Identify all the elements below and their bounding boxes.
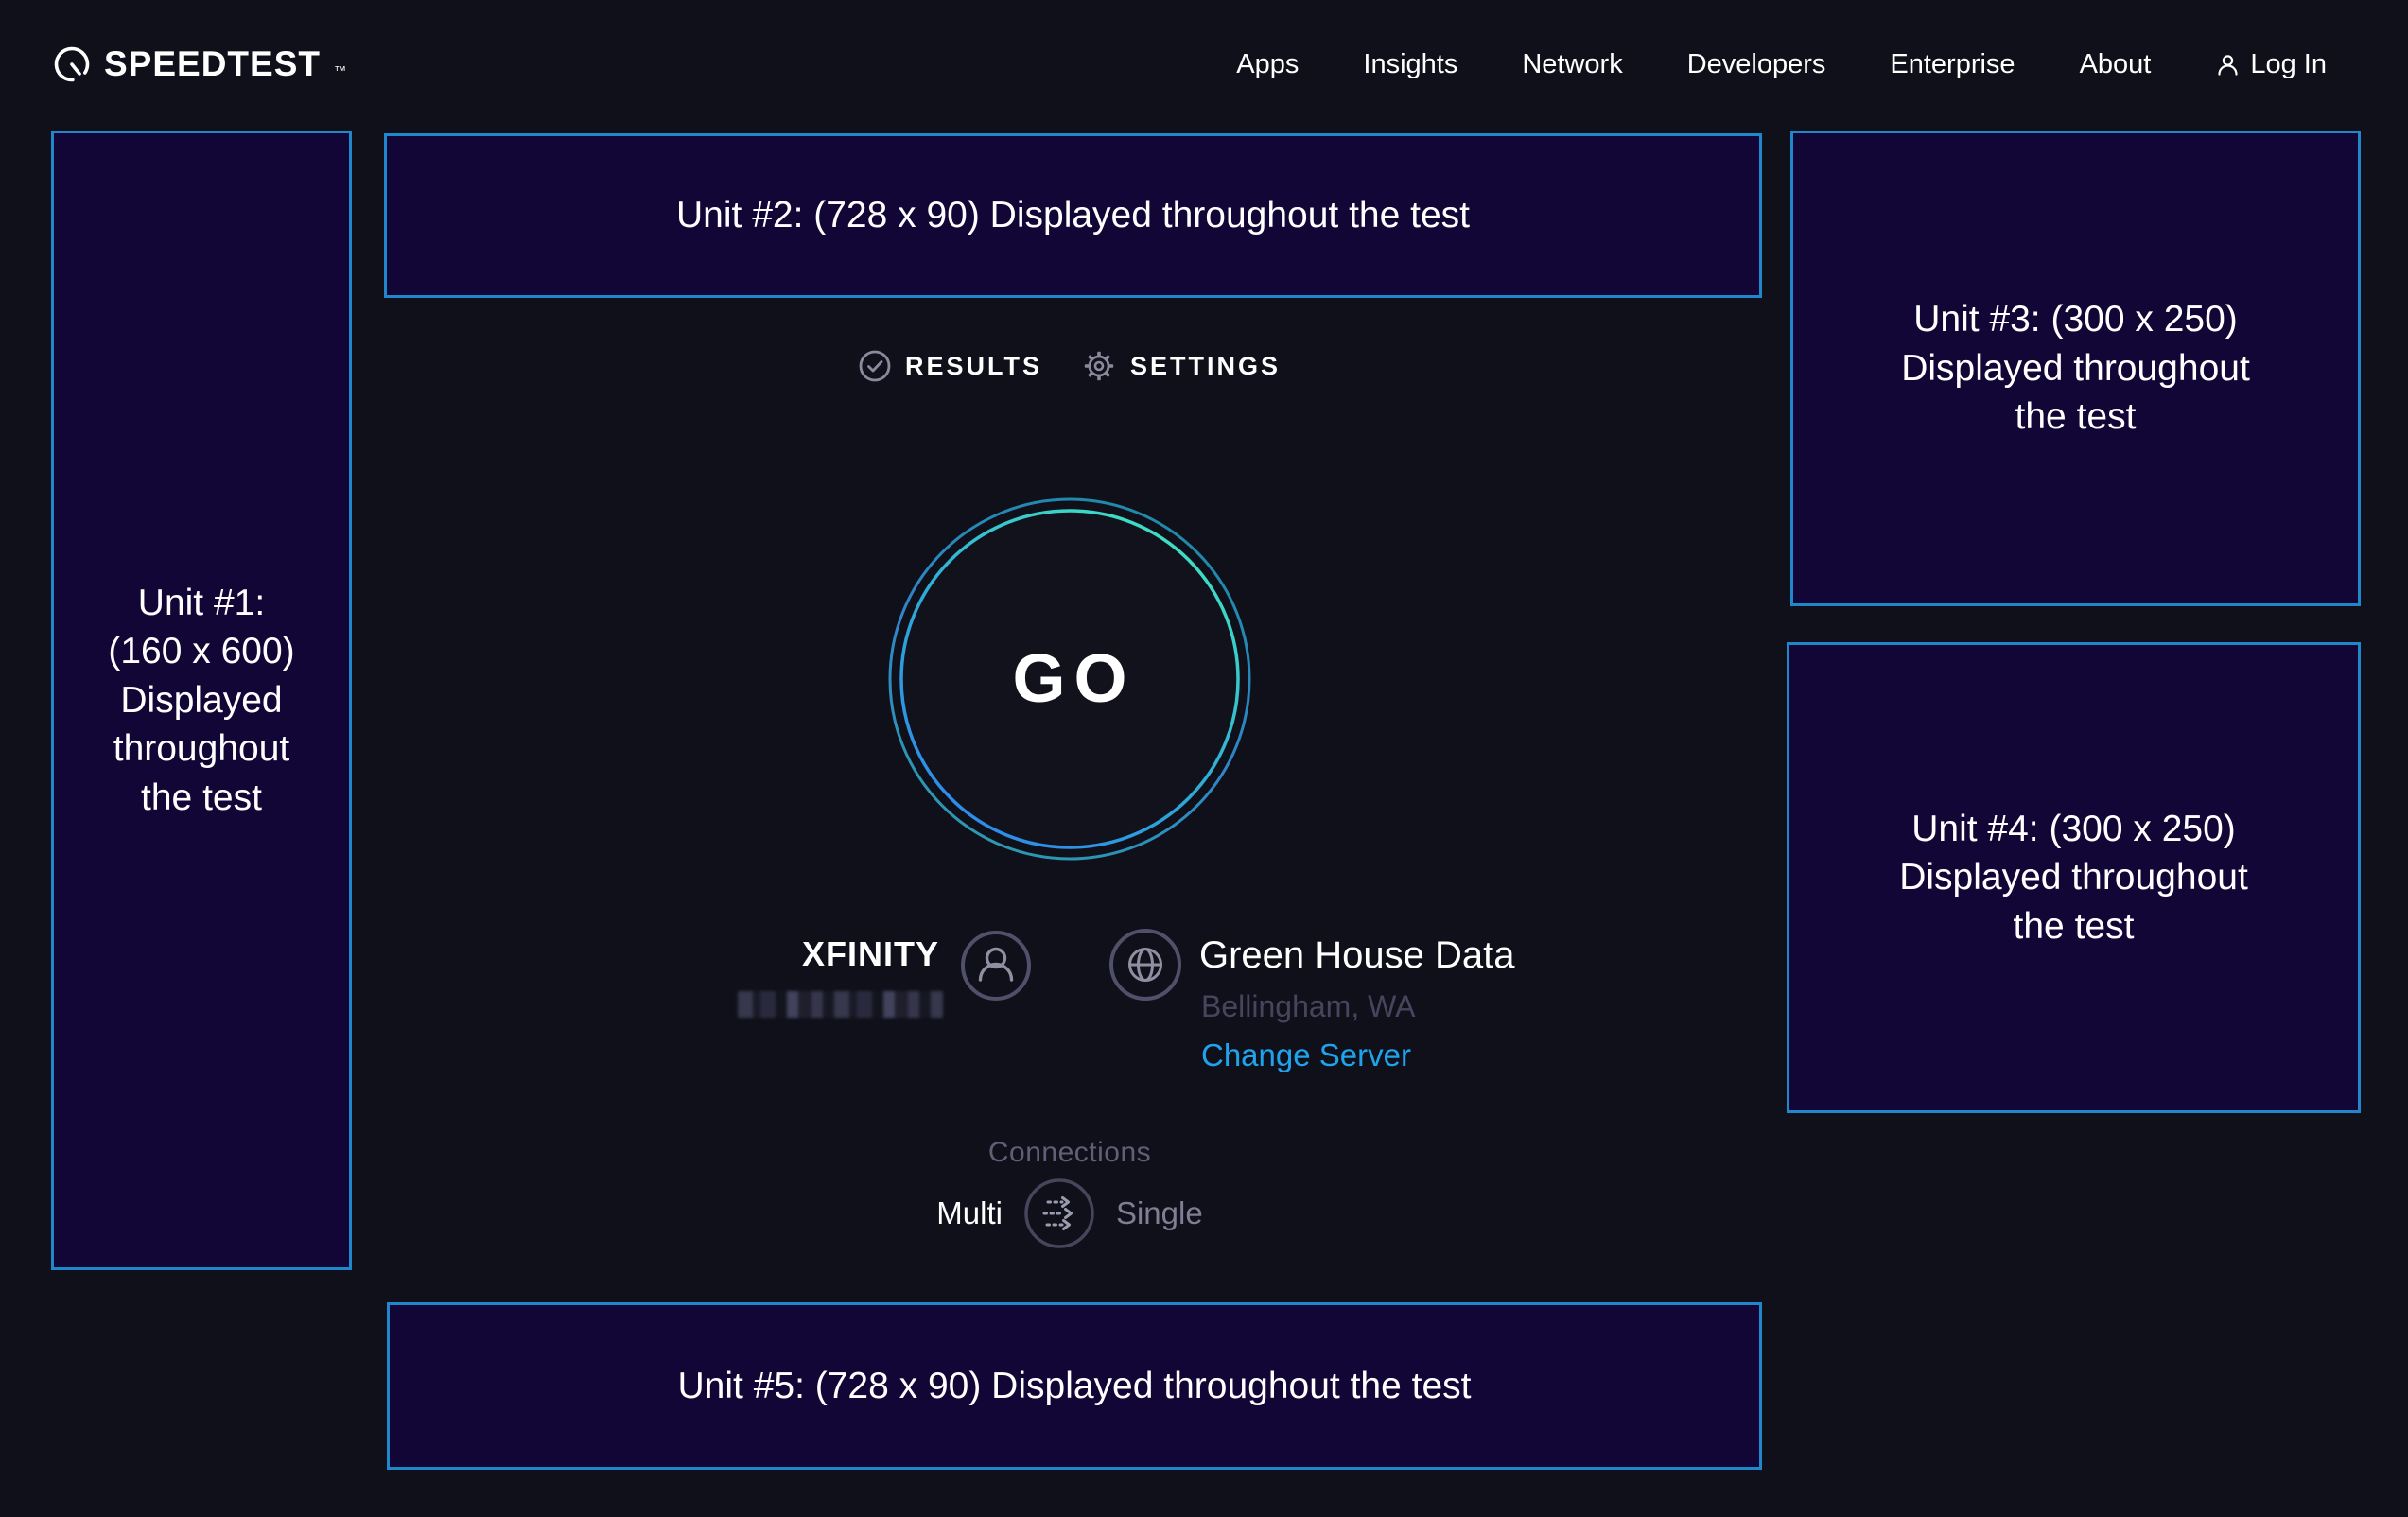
server-name: Green House Data xyxy=(1199,934,1515,977)
tabs-row: RESULTS xyxy=(352,344,1788,388)
connections-multi-option[interactable]: Multi xyxy=(936,1195,1003,1231)
header: SPEEDTEST ™ Apps Insights Network Develo… xyxy=(0,0,2408,129)
trademark-mark: ™ xyxy=(334,63,346,78)
user-icon xyxy=(2215,52,2241,78)
check-circle-icon xyxy=(859,350,891,382)
connections-single-option[interactable]: Single xyxy=(1116,1195,1203,1231)
speedtest-logo[interactable]: SPEEDTEST ™ xyxy=(52,44,346,84)
ad-line: (160 x 600) xyxy=(108,627,294,675)
nav-item-enterprise[interactable]: Enterprise xyxy=(1890,49,2015,80)
gauge-icon xyxy=(52,44,92,84)
ad-unit-3-text: Unit #3: (300 x 250) Displayed throughou… xyxy=(1901,295,2250,441)
ad-line: Displayed xyxy=(108,676,294,724)
isp-name: XFINITY xyxy=(352,934,939,974)
brand-name: SPEEDTEST xyxy=(104,44,321,84)
ad-line: throughout xyxy=(108,724,294,773)
speedtest-page: SPEEDTEST ™ Apps Insights Network Develo… xyxy=(0,0,2408,1517)
go-label: GO xyxy=(881,490,1259,868)
ad-line: the test xyxy=(1899,902,2248,950)
nav-item-about[interactable]: About xyxy=(2080,49,2152,80)
speed-test-panel: RESULTS xyxy=(352,129,1788,1517)
tab-results-label: RESULTS xyxy=(905,352,1042,381)
nav-item-developers[interactable]: Developers xyxy=(1687,49,1826,80)
tab-settings[interactable]: SETTINGS xyxy=(1082,349,1281,383)
ad-unit-1-text: Unit #1: (160 x 600) Displayed throughou… xyxy=(108,579,294,822)
login-label: Log In xyxy=(2250,49,2327,80)
ad-line: the test xyxy=(108,774,294,822)
go-button[interactable]: GO xyxy=(881,490,1259,868)
ad-unit-4: Unit #4: (300 x 250) Displayed throughou… xyxy=(1787,642,2361,1113)
ad-line: the test xyxy=(1901,392,2250,441)
main-nav: Apps Insights Network Developers Enterpr… xyxy=(1236,49,2327,80)
tab-settings-label: SETTINGS xyxy=(1130,352,1281,381)
change-server-link[interactable]: Change Server xyxy=(1201,1037,1411,1073)
server-location: Bellingham, WA xyxy=(1201,989,1415,1024)
globe-icon xyxy=(1108,928,1182,1002)
ad-unit-4-text: Unit #4: (300 x 250) Displayed throughou… xyxy=(1899,805,2248,950)
gear-icon xyxy=(1082,349,1116,383)
connections-toggle-icon[interactable] xyxy=(1023,1177,1095,1249)
connections-toggle-row: Multi Single xyxy=(352,1176,1788,1251)
ad-line: Unit #3: (300 x 250) xyxy=(1901,295,2250,343)
ad-line: Displayed throughout xyxy=(1901,344,2250,392)
ad-line: Unit #4: (300 x 250) xyxy=(1899,805,2248,853)
ad-line: Displayed throughout xyxy=(1899,853,2248,901)
ad-unit-3: Unit #3: (300 x 250) Displayed throughou… xyxy=(1790,131,2361,606)
nav-item-network[interactable]: Network xyxy=(1522,49,1622,80)
login-button[interactable]: Log In xyxy=(2215,49,2327,80)
nav-item-insights[interactable]: Insights xyxy=(1363,49,1457,80)
tab-results[interactable]: RESULTS xyxy=(859,350,1042,382)
isp-avatar-icon xyxy=(960,930,1032,1002)
nav-item-apps[interactable]: Apps xyxy=(1236,49,1299,80)
isp-redacted-address xyxy=(738,991,943,1018)
ad-line: Unit #1: xyxy=(108,579,294,627)
connections-label: Connections xyxy=(352,1137,1788,1169)
ad-unit-1: Unit #1: (160 x 600) Displayed throughou… xyxy=(51,131,352,1270)
